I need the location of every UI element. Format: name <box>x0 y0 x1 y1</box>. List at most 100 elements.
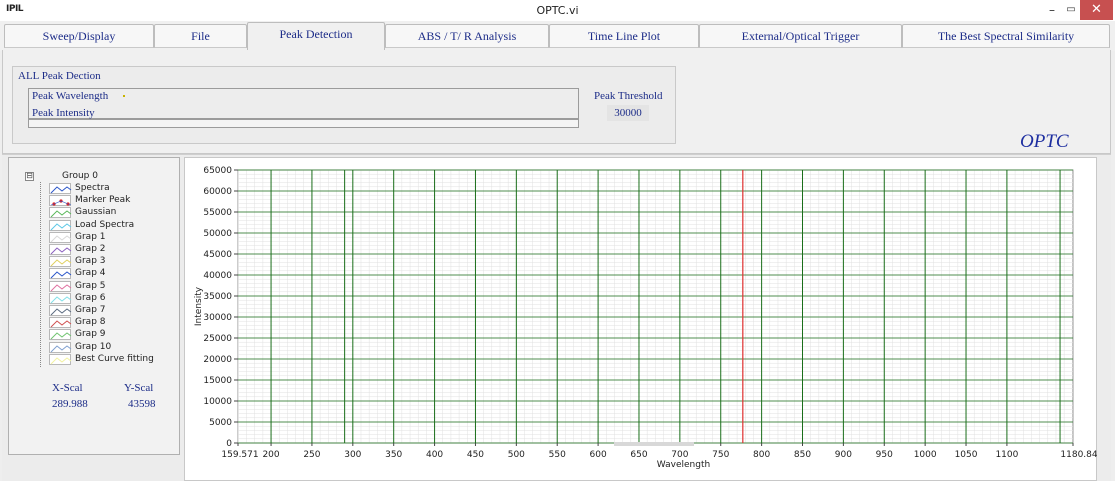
x-tick-label: 950 <box>876 450 893 460</box>
x-tick-label: 800 <box>753 450 770 460</box>
maximize-button[interactable]: ▭ <box>1064 2 1078 18</box>
tab-time-line-plot[interactable]: Time Line Plot <box>549 24 699 48</box>
x-tick-label: 500 <box>508 450 525 460</box>
peak-intensity-bar <box>28 119 579 128</box>
y-scale-value: 43598 <box>128 398 156 410</box>
y-tick-label: 5000 <box>209 418 232 428</box>
y-tick-label: 45000 <box>203 250 232 260</box>
y-axis-label: Intensity <box>194 286 204 326</box>
legend-swatch-icon <box>49 231 72 243</box>
legend-item-label: Load Spectra <box>75 219 135 230</box>
legend-item[interactable]: Grap 6 <box>49 292 179 305</box>
x-tick-label: 550 <box>549 450 566 460</box>
legend-swatch-icon <box>49 329 72 341</box>
legend-item-label: Gaussian <box>75 207 117 218</box>
tab-sweep-display[interactable]: Sweep/Display <box>4 24 154 48</box>
x-tick-label: 900 <box>835 450 852 460</box>
legend-item[interactable]: Grap 7 <box>49 305 179 317</box>
group-collapse-icon[interactable]: ⊟ <box>25 172 34 181</box>
legend-item-label: Grap 2 <box>75 244 106 254</box>
legend-item[interactable]: Gaussian <box>49 207 179 219</box>
legend-item[interactable]: Grap 10 <box>49 341 179 354</box>
legend-item-label: Grap 10 <box>75 341 112 352</box>
legend-swatch-icon <box>49 256 72 268</box>
x-tick-label: 450 <box>467 450 484 460</box>
window-title: OPTC.vi <box>536 4 579 17</box>
y-tick-label: 25000 <box>203 334 232 344</box>
peak-wavelength-indicator <box>123 95 125 97</box>
tab-external-optical-trigger[interactable]: External/Optical Trigger <box>699 24 902 48</box>
tab-peak-detection[interactable]: Peak Detection <box>247 22 385 51</box>
y-tick-label: 0 <box>226 439 232 449</box>
legend-item[interactable]: Grap 4 <box>49 268 179 280</box>
y-tick-label: 50000 <box>203 229 232 239</box>
legend-item[interactable]: Grap 8 <box>49 317 179 329</box>
legend-item[interactable]: Grap 1 <box>49 231 179 244</box>
spectrum-chart[interactable]: 0 5000 10000 15000 20000 25000 30000 35000 40000… <box>184 157 1097 481</box>
peak-intensity-label: Peak Intensity <box>32 107 95 119</box>
x-scrollbar[interactable] <box>614 442 694 446</box>
legend-swatch-icon <box>49 317 72 329</box>
x-tick-label: 300 <box>344 450 361 460</box>
close-button[interactable]: ✕ <box>1080 0 1113 20</box>
legend-item-label: Best Curve fitting <box>75 353 154 364</box>
peak-group-title: ALL Peak Dection <box>18 70 101 82</box>
legend-item-label: Grap 4 <box>75 268 106 279</box>
legend-swatch-icon <box>49 207 72 219</box>
tab-file[interactable]: File <box>154 24 247 48</box>
optc-logo: OPTC <box>1020 131 1069 152</box>
x-tick-label: 650 <box>630 450 647 460</box>
x-scale-value: 289.988 <box>52 398 88 410</box>
legend-item[interactable]: Grap 3 <box>49 256 179 268</box>
legend-item-label: Grap 8 <box>75 317 106 328</box>
x-tick-label: 1000 <box>914 450 937 460</box>
legend-item-label: Grap 9 <box>75 329 106 340</box>
legend-swatch-icon <box>49 353 72 365</box>
x-tick-label: 1050 <box>955 450 978 460</box>
peak-threshold-input[interactable]: 30000 <box>607 105 649 121</box>
legend-item-label: Grap 3 <box>75 256 106 267</box>
legend-swatch-icon <box>49 292 72 304</box>
y-tick-label: 40000 <box>203 271 232 281</box>
x-scale-label: X-Scal <box>52 382 83 394</box>
x-tick-label: 600 <box>590 450 607 460</box>
x-tick-label: 1100 <box>995 450 1018 460</box>
legend-swatch-icon <box>49 183 72 194</box>
y-tick-label: 10000 <box>203 397 232 407</box>
y-tick-label: 60000 <box>203 187 232 197</box>
legend-swatch-icon <box>49 195 72 207</box>
legend-item[interactable]: Spectra <box>49 183 179 195</box>
legend-swatch-icon <box>49 305 72 316</box>
tab-best-spectral-similarity[interactable]: The Best Spectral Similarity <box>902 24 1110 48</box>
legend-item-label: Spectra <box>75 183 110 193</box>
legend-item[interactable]: Marker Peak <box>49 195 179 207</box>
legend-item[interactable]: Grap 5 <box>49 280 179 293</box>
x-tick-label: 350 <box>385 450 402 460</box>
tab-abs-t-r-analysis[interactable]: ABS / T/ R Analysis <box>385 24 549 48</box>
legend-swatch-icon <box>49 341 72 353</box>
legend-swatch-icon <box>49 268 72 280</box>
y-tick-label: 20000 <box>203 355 232 365</box>
x-tick-label: 1180.84 <box>1060 450 1097 460</box>
legend-swatch-icon <box>49 219 72 231</box>
legend-group-label: Group 0 <box>62 171 98 181</box>
legend-swatch-icon <box>49 244 72 255</box>
x-tick-label: 700 <box>671 450 688 460</box>
y-tick-label: 15000 <box>203 376 232 386</box>
x-tick-label: 750 <box>712 450 729 460</box>
legend-swatch-icon <box>49 280 72 292</box>
legend-item[interactable]: Best Curve fitting <box>49 353 179 366</box>
y-scale-label: Y-Scal <box>124 382 154 394</box>
legend-item[interactable]: Load Spectra <box>49 219 179 232</box>
legend-item[interactable]: Grap 9 <box>49 329 179 341</box>
x-tick-label: 200 <box>262 450 279 460</box>
peak-results-box <box>28 88 579 119</box>
x-tick-label: 250 <box>303 450 320 460</box>
y-tick-label: 55000 <box>203 208 232 218</box>
minimize-button[interactable]: – <box>1045 2 1059 18</box>
peak-wavelength-label: Peak Wavelength <box>32 90 109 102</box>
x-tick-label: 159.571 <box>221 450 258 460</box>
tab-bar: Sweep/Display File Peak Detection ABS / … <box>0 21 1115 51</box>
legend-item[interactable]: Grap 2 <box>49 244 179 256</box>
legend-item-label: Grap 1 <box>75 231 106 242</box>
